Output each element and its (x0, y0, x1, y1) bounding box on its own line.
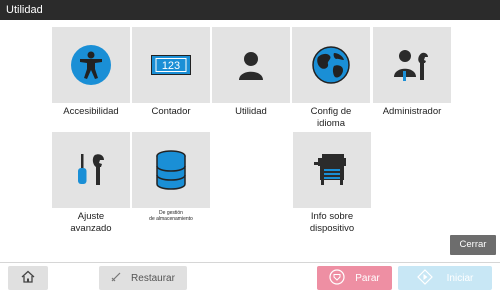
printer-device-icon (293, 132, 371, 208)
tile-label: Contador (151, 106, 191, 117)
window-title: Utilidad (0, 0, 500, 20)
user-icon (212, 27, 290, 103)
start-icon (416, 268, 433, 288)
tile-ajuste-avanzado[interactable]: Ajuste avanzado (52, 132, 130, 235)
database-icon (132, 132, 210, 208)
reset-button[interactable]: Restaurar (99, 266, 187, 290)
accessibility-icon (52, 27, 130, 103)
globe-icon (292, 27, 370, 103)
start-label: Iniciar (446, 272, 474, 284)
tile-label: Administrador (382, 106, 442, 117)
tile-label: Info sobre dispositivo (309, 211, 355, 234)
stop-icon (329, 268, 345, 288)
tile-label: Config de idioma (310, 106, 352, 129)
tile-label: Ajuste avanzado (70, 211, 112, 234)
admin-wrench-icon (373, 27, 451, 103)
tile-utilidad[interactable]: Utilidad (212, 27, 290, 118)
tile-label: Utilidad (235, 106, 267, 117)
tile-label: Accesibilidad (63, 106, 119, 117)
home-icon (21, 270, 35, 286)
stop-button[interactable]: Parar (317, 266, 392, 290)
tile-administrador[interactable]: Administrador (373, 27, 451, 118)
reset-icon (111, 272, 121, 285)
tile-label: De gestión de almacenamiento (149, 210, 193, 222)
start-button[interactable]: Iniciar (398, 266, 492, 290)
stop-label: Parar (355, 272, 380, 284)
reset-label: Restaurar (131, 272, 175, 284)
screwdriver-wrench-icon (52, 132, 130, 208)
counter-digits: 123 (162, 60, 180, 72)
tile-contador[interactable]: 123 Contador (132, 27, 210, 118)
home-button[interactable] (8, 266, 48, 290)
tile-config-idioma[interactable]: Config de idioma (292, 27, 370, 130)
tile-accesibilidad[interactable]: Accesibilidad (52, 27, 130, 118)
tile-gestion-almacenamiento[interactable]: De gestión de almacenamiento (132, 132, 210, 222)
counter-icon: 123 (132, 27, 210, 103)
close-button[interactable]: Cerrar (450, 235, 496, 255)
tile-info-dispositivo[interactable]: Info sobre dispositivo (293, 132, 371, 235)
